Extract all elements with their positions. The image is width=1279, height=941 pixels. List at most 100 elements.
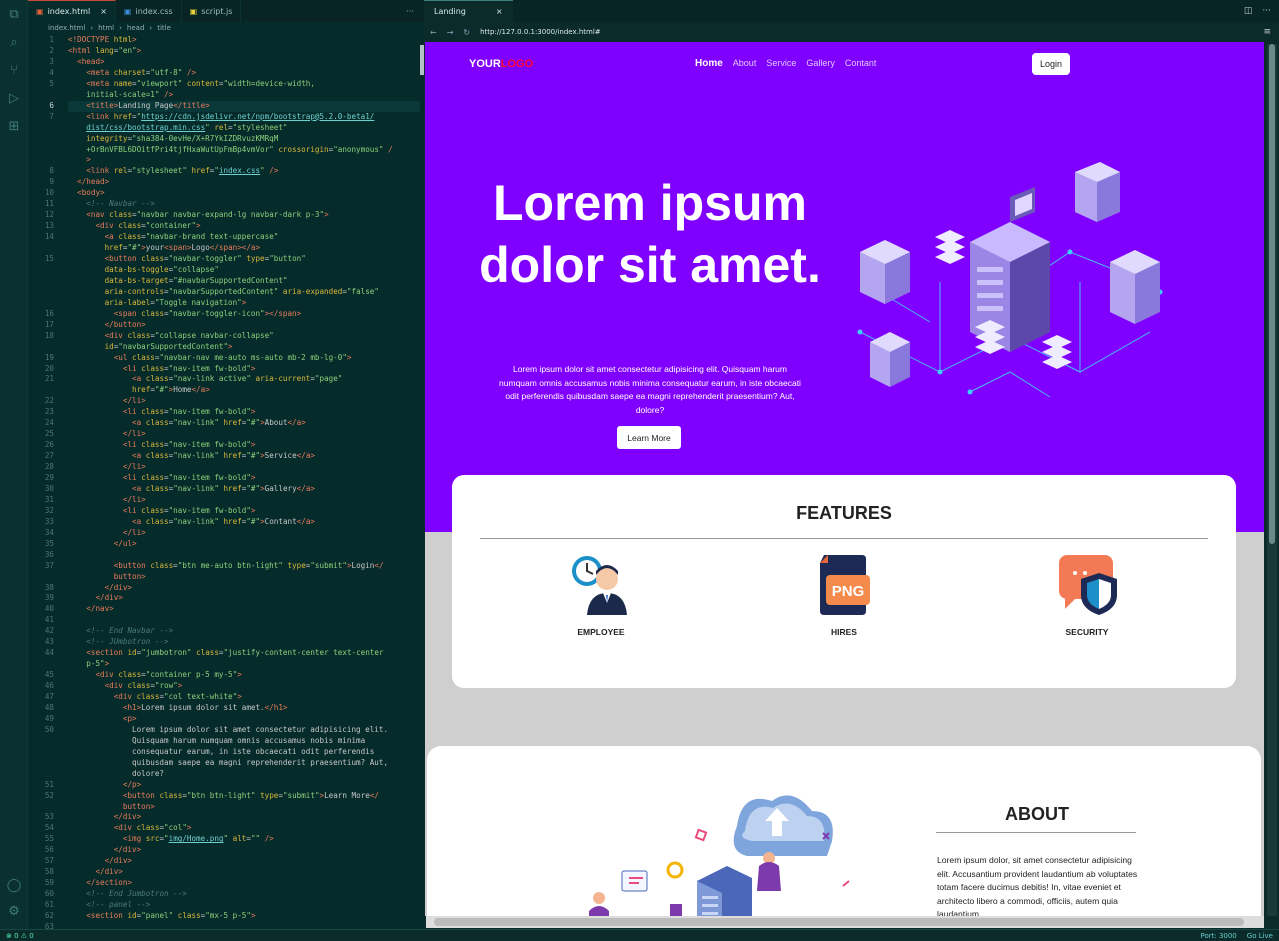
- code-line[interactable]: <a class="nav-link" href="#">Gallery</a>: [68, 484, 315, 495]
- forward-icon[interactable]: →: [447, 28, 454, 37]
- code-line[interactable]: <div class="col">: [68, 823, 192, 834]
- tab-index-css[interactable]: ▣ index.css: [116, 0, 182, 22]
- code-line[interactable]: <div class="container p-5 my-5">: [68, 670, 241, 681]
- code-editor[interactable]: ▣ index.html × ▣ index.css ▣ script.js ·…: [28, 0, 424, 931]
- code-line[interactable]: p-5">: [68, 659, 109, 670]
- code-area[interactable]: 1 <!DOCTYPE html> 2 <html lang="en"> 3 <head…: [28, 35, 424, 931]
- code-line[interactable]: <a class="nav-link" href="#">About</a>: [68, 418, 306, 429]
- code-line[interactable]: </li>: [68, 429, 146, 440]
- nav-gallery[interactable]: Gallery: [806, 58, 835, 69]
- page-vertical-scrollbar[interactable]: [1267, 44, 1277, 916]
- code-line[interactable]: </div>: [68, 812, 141, 823]
- code-line[interactable]: Quisquam harum numquam omnis accusamus n…: [68, 736, 365, 747]
- problems-indicator[interactable]: ⊗ 0 ⚠ 0: [6, 932, 34, 940]
- login-button[interactable]: Login: [1032, 53, 1070, 75]
- go-live-button[interactable]: Go Live: [1247, 932, 1273, 940]
- code-line[interactable]: dist/css/bootstrap.min.css" rel="stylesh…: [68, 123, 287, 134]
- code-line[interactable]: href="#">your<span>Logo</span></a>: [68, 243, 261, 254]
- code-line[interactable]: </ul>: [68, 539, 137, 550]
- code-line[interactable]: <a class="nav-link" href="#">Service</a>: [68, 451, 315, 462]
- code-line[interactable]: <section id="panel" class="mx-5 p-5">: [68, 911, 255, 922]
- code-line[interactable]: <a class="nav-link" href="#">Contant</a>: [68, 517, 315, 528]
- code-line[interactable]: <!-- End Navbar -->: [68, 626, 173, 637]
- code-line[interactable]: <button class="navbar-toggler" type="but…: [68, 254, 306, 265]
- code-line[interactable]: <link rel="stylesheet" href="index.css" …: [68, 166, 278, 177]
- code-line[interactable]: data-bs-toggle="collapse": [68, 265, 219, 276]
- explorer-icon[interactable]: ⧉: [0, 0, 28, 28]
- code-line[interactable]: +OrBnVFBL6DOitfPri4tjfHxaWutUpFmBp4vmVor…: [68, 145, 392, 156]
- code-line[interactable]: dolore?: [68, 769, 164, 780]
- code-line[interactable]: <link href="https://cdn.jsdelivr.net/npm…: [68, 112, 374, 123]
- code-line[interactable]: aria-label="Toggle navigation">: [68, 298, 247, 309]
- menu-icon[interactable]: ≡: [1263, 27, 1279, 37]
- code-line[interactable]: </head>: [68, 177, 109, 188]
- code-line[interactable]: <html lang="en">: [68, 46, 141, 57]
- code-line[interactable]: <li class="nav-item fw-bold">: [68, 473, 256, 484]
- code-line[interactable]: <!DOCTYPE html>: [68, 35, 137, 46]
- code-line[interactable]: <li class="nav-item fw-bold">: [68, 440, 256, 451]
- code-line[interactable]: </button>: [68, 320, 146, 331]
- code-line[interactable]: </div>: [68, 583, 132, 594]
- source-control-icon[interactable]: ⑂: [0, 56, 28, 84]
- breadcrumb-item[interactable]: title: [157, 24, 171, 32]
- code-line[interactable]: <h1>Lorem ipsum dolor sit amet.</h1>: [68, 703, 288, 714]
- more-icon[interactable]: ···: [1262, 6, 1271, 16]
- settings-gear-icon[interactable]: ⚙: [0, 897, 28, 925]
- port-indicator[interactable]: Port: 3000: [1200, 932, 1236, 940]
- tab-script-js[interactable]: ▣ script.js: [182, 0, 242, 22]
- split-editor-icon[interactable]: ◫: [1244, 6, 1253, 16]
- code-line[interactable]: <span class="navbar-toggler-icon"></span…: [68, 309, 301, 320]
- code-line[interactable]: <p>: [68, 714, 137, 725]
- code-line[interactable]: <ul class="navbar-nav me-auto ms-auto mb…: [68, 353, 352, 364]
- scroll-thumb[interactable]: [434, 918, 1244, 926]
- code-line[interactable]: href="#">Home</a>: [68, 385, 210, 396]
- code-line[interactable]: <title>Landing Page</title>: [68, 100, 420, 112]
- code-line[interactable]: </li>: [68, 528, 146, 539]
- code-line[interactable]: <li class="nav-item fw-bold">: [68, 506, 256, 517]
- close-icon[interactable]: ×: [496, 7, 503, 16]
- more-actions-button[interactable]: ···: [396, 0, 424, 22]
- tab-index-html[interactable]: ▣ index.html ×: [28, 0, 116, 22]
- close-icon[interactable]: ×: [100, 7, 107, 16]
- code-line[interactable]: <a class="navbar-brand text-uppercase": [68, 232, 279, 243]
- code-line[interactable]: <nav class="navbar navbar-expand-lg navb…: [68, 210, 328, 221]
- code-line[interactable]: </div>: [68, 593, 122, 604]
- code-line[interactable]: <!-- JUmbotron -->: [68, 637, 168, 648]
- code-line[interactable]: aria-controls="navbarSupportedContent" a…: [68, 287, 379, 298]
- code-line[interactable]: button>: [68, 572, 146, 583]
- code-line[interactable]: consequatur earum, in iste obcaecati odi…: [68, 747, 374, 758]
- page-horizontal-scrollbar[interactable]: [426, 916, 1264, 928]
- code-line[interactable]: </nav>: [68, 604, 113, 615]
- nav-service[interactable]: Service: [766, 58, 796, 69]
- site-logo[interactable]: YOURLOGO: [469, 58, 533, 70]
- code-line[interactable]: initial-scale=1" />: [68, 90, 173, 101]
- code-line[interactable]: </li>: [68, 495, 146, 506]
- code-line[interactable]: </p>: [68, 780, 141, 791]
- code-line[interactable]: <li class="nav-item fw-bold">: [68, 364, 256, 375]
- breadcrumb-item[interactable]: html: [98, 24, 114, 32]
- nav-about[interactable]: About: [733, 58, 757, 69]
- browser-tab[interactable]: Landing ×: [424, 0, 513, 22]
- code-line[interactable]: <section id="jumbotron" class="justify-c…: [68, 648, 383, 659]
- code-line[interactable]: <body>: [68, 188, 104, 199]
- code-line[interactable]: </div>: [68, 867, 122, 878]
- code-line[interactable]: <div class="row">: [68, 681, 183, 692]
- code-line[interactable]: <div class="collapse navbar-collapse": [68, 331, 274, 342]
- breadcrumb-item[interactable]: index.html: [48, 24, 85, 32]
- code-line[interactable]: <div class="container">: [68, 221, 200, 232]
- code-line[interactable]: <!-- End Jumbotron -->: [68, 889, 187, 900]
- code-line[interactable]: <a class="nav-link active" aria-current=…: [68, 374, 342, 385]
- code-line[interactable]: <meta charset="utf-8" />: [68, 68, 196, 79]
- url-input[interactable]: http://127.0.0.1:3000/index.html#: [480, 28, 601, 36]
- search-icon[interactable]: ⌕: [0, 28, 28, 56]
- code-line[interactable]: </li>: [68, 462, 146, 473]
- breadcrumb-item[interactable]: head: [127, 24, 144, 32]
- run-debug-icon[interactable]: ▷: [0, 84, 28, 112]
- extensions-icon[interactable]: ⊞: [0, 112, 28, 140]
- back-icon[interactable]: ←: [430, 28, 437, 37]
- code-line[interactable]: <button class="btn me-auto btn-light" ty…: [68, 561, 384, 572]
- code-line[interactable]: <!-- panel -->: [68, 900, 150, 911]
- code-line[interactable]: id="navbarSupportedContent">: [68, 342, 233, 353]
- code-line[interactable]: data-bs-target="#navbarSupportedContent": [68, 276, 288, 287]
- code-line[interactable]: <div class="col text-white">: [68, 692, 242, 703]
